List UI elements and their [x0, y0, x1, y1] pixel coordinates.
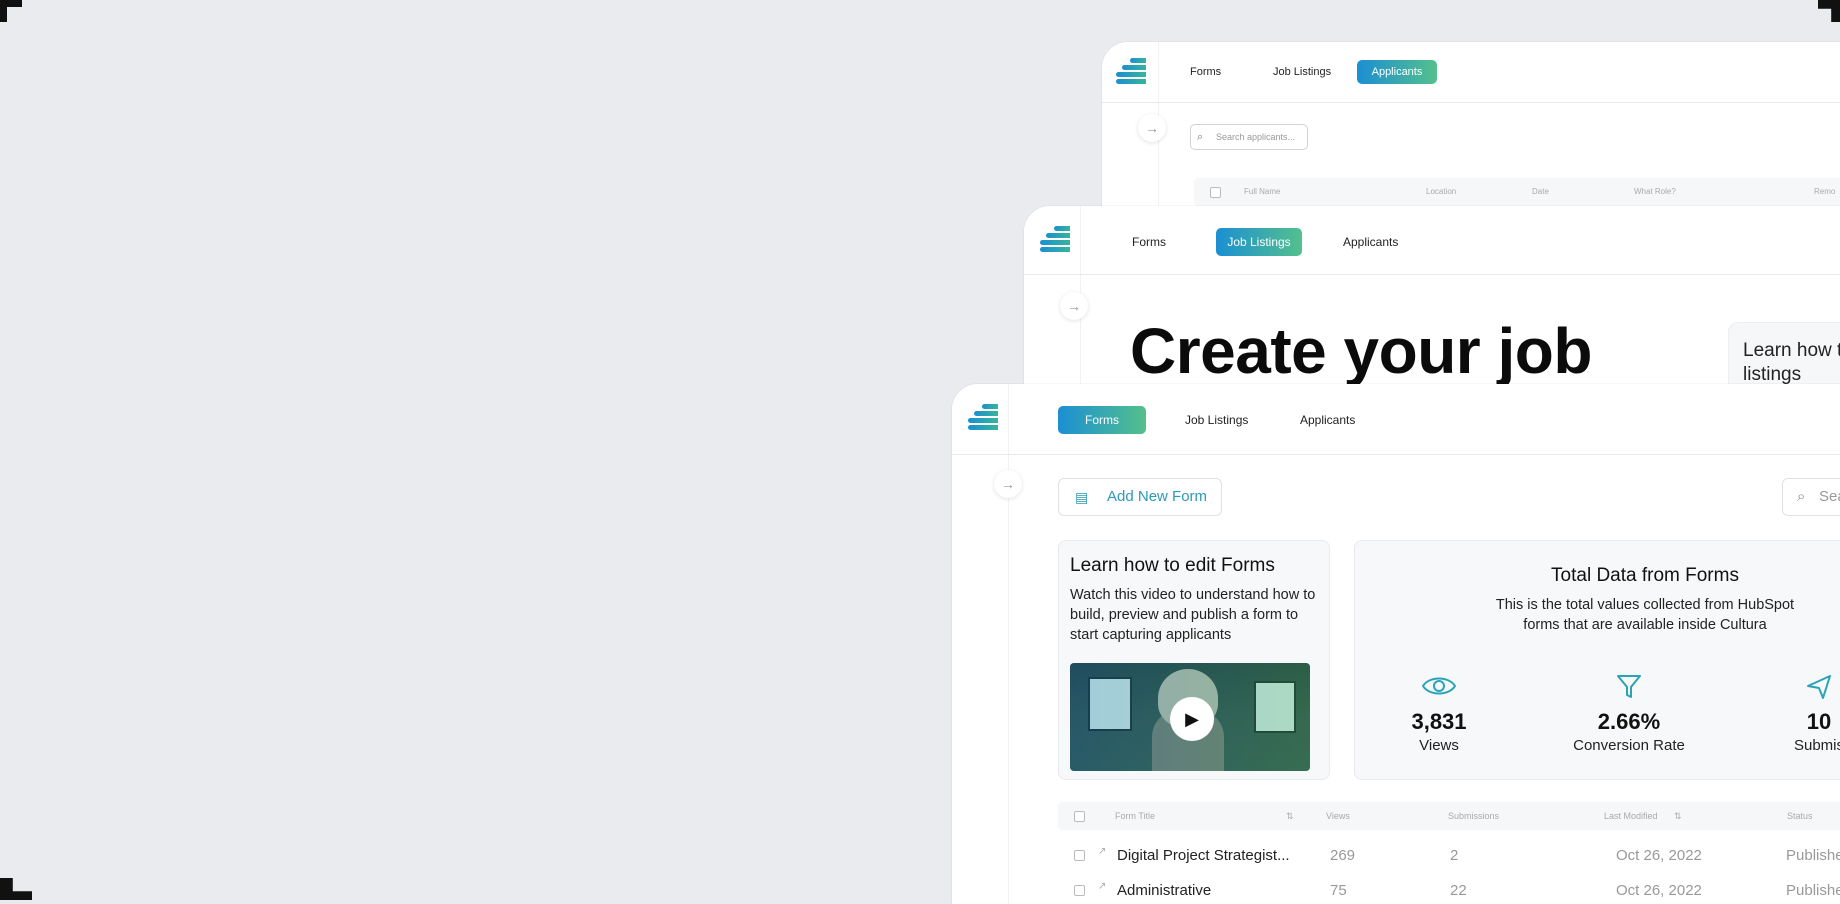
search-forms-input[interactable]: ⌕ Sea [1782, 478, 1840, 516]
row-checkbox[interactable] [1074, 850, 1085, 861]
stat-views: 3,831 Views [1359, 673, 1519, 754]
applicants-table-header: Full Name Location Date What Role? Remo [1194, 178, 1840, 206]
col-location[interactable]: Location [1426, 187, 1456, 196]
table-row[interactable]: ↗ Digital Project Strategist... 269 2 Oc… [1058, 842, 1840, 872]
top-nav: Forms Job Listings Applicants [952, 384, 1840, 455]
card-description: This is the total values collected from … [1495, 597, 1795, 633]
tab-forms[interactable]: Forms [1058, 406, 1146, 434]
applicants-window: → Forms Job Listings Applicants ⌕ Search… [1102, 42, 1840, 222]
sidebar-rail [952, 384, 1009, 904]
col-last-modified[interactable]: Last Modified [1604, 811, 1658, 821]
corner-mark-top-left [0, 0, 22, 22]
search-icon: ⌕ [1197, 131, 1204, 143]
col-status[interactable]: Status [1787, 811, 1813, 821]
stat-submissions: 10 Submis [1739, 673, 1840, 754]
tab-applicants[interactable]: Applicants [1300, 413, 1355, 427]
row-checkbox[interactable] [1074, 885, 1085, 896]
tab-applicants[interactable]: Applicants [1343, 235, 1398, 249]
sort-icon[interactable]: ⇅ [1674, 811, 1682, 822]
stat-conversion-rate: 2.66% Conversion Rate [1549, 673, 1709, 754]
card-title: Learn how to edit Forms [1070, 555, 1275, 576]
send-icon [1739, 673, 1840, 703]
search-applicants-input[interactable]: ⌕ Search applicants... [1190, 124, 1308, 150]
col-submissions[interactable]: Submissions [1448, 811, 1499, 821]
corner-mark-top-right [1818, 0, 1840, 22]
tab-job-listings[interactable]: Job Listings [1185, 413, 1248, 427]
corner-mark-bottom-left [0, 878, 32, 900]
forms-table-header: Form Title ⇅ Views Submissions Last Modi… [1058, 802, 1840, 830]
add-new-form-button[interactable]: ▤ Add New Form [1058, 478, 1222, 516]
expand-arrow-icon[interactable]: → [994, 470, 1022, 498]
tab-job-listings[interactable]: Job Listings [1216, 228, 1302, 256]
total-data-card: Total Data from Forms This is the total … [1354, 540, 1840, 780]
col-what-role[interactable]: What Role? [1634, 187, 1676, 196]
col-views[interactable]: Views [1326, 811, 1350, 821]
col-full-name[interactable]: Full Name [1244, 187, 1280, 196]
play-icon[interactable]: ▶ [1170, 697, 1214, 741]
clipboard-icon: ▤ [1075, 489, 1089, 505]
tab-forms[interactable]: Forms [1190, 66, 1221, 78]
col-form-title[interactable]: Form Title [1115, 811, 1155, 821]
col-remote[interactable]: Remo [1814, 187, 1835, 196]
tab-forms[interactable]: Forms [1132, 235, 1166, 249]
col-date[interactable]: Date [1532, 187, 1549, 196]
external-link-icon[interactable]: ↗ [1098, 881, 1106, 892]
filter-icon [1549, 673, 1709, 703]
expand-arrow-icon[interactable]: → [1138, 114, 1166, 142]
expand-arrow-icon[interactable]: → [1060, 292, 1088, 320]
tab-job-listings[interactable]: Job Listings [1273, 66, 1331, 78]
learn-edit-forms-card: Learn how to edit Forms Watch this video… [1058, 540, 1330, 780]
eye-icon [1359, 673, 1519, 703]
tab-applicants[interactable]: Applicants [1357, 60, 1437, 84]
select-all-checkbox[interactable] [1074, 811, 1085, 822]
forms-window: → Forms Job Listings Applicants ▤ Add Ne… [952, 384, 1840, 904]
top-nav: Forms Job Listings Applicants [1024, 206, 1840, 275]
search-icon: ⌕ [1797, 488, 1806, 505]
card-title: Total Data from Forms [1551, 565, 1739, 586]
card-description: Watch this video to understand how to bu… [1070, 587, 1316, 643]
external-link-icon[interactable]: ↗ [1098, 846, 1106, 857]
tutorial-video[interactable]: ▶ [1070, 663, 1310, 771]
sort-icon[interactable]: ⇅ [1286, 811, 1294, 822]
page-title: Create your job [1130, 315, 1592, 387]
job-listings-window: → Forms Job Listings Applicants Create y… [1024, 206, 1840, 406]
top-nav: Forms Job Listings Applicants [1102, 42, 1840, 103]
select-all-checkbox[interactable] [1210, 187, 1221, 198]
